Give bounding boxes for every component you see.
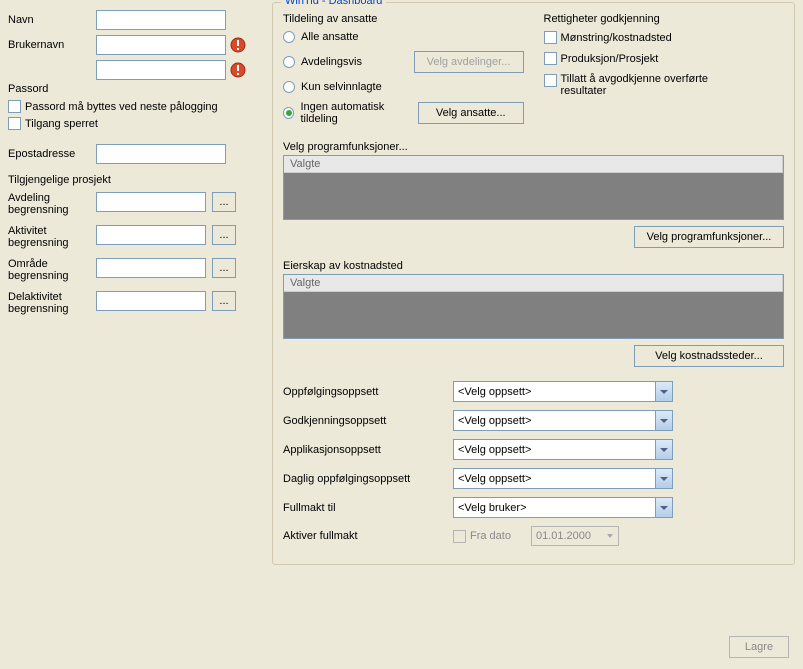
omrade-label: Område begrensning (8, 258, 96, 282)
tilgang-sperret-checkbox[interactable] (8, 117, 21, 130)
godkjenning-label: Godkjenningsoppsett (283, 415, 453, 427)
left-panel: Navn Brukernavn Passord Passord må bytte… (0, 0, 270, 630)
omrade-browse-button[interactable]: ... (212, 258, 236, 278)
daglig-label: Daglig oppfølgingsoppsett (283, 473, 453, 485)
radio-alle-label: Alle ansatte (301, 31, 358, 43)
monstring-label: Mønstring/kostnadsted (561, 32, 672, 44)
programfunksjoner-list[interactable]: Valgte (283, 155, 784, 220)
epost-label: Epostadresse (8, 148, 96, 160)
chevron-down-icon (655, 440, 672, 459)
rettigheter-heading: Rettigheter godkjenning (544, 13, 785, 25)
velg-ansatte-button[interactable]: Velg ansatte... (418, 102, 524, 124)
velg-prog-heading: Velg programfunksjoner... (283, 141, 784, 153)
list-header-valgte-2: Valgte (284, 275, 783, 292)
tillatt-checkbox[interactable] (544, 74, 557, 87)
groupbox-title: WinTid - Dashboard (281, 0, 386, 7)
passord-label: Passord (8, 83, 96, 95)
fra-dato-input: 01.01.2000 (531, 526, 619, 546)
dropdown-value: <Velg oppsett> (458, 444, 531, 456)
list-header-valgte: Valgte (284, 156, 783, 173)
radio-avdelingsvis[interactable] (283, 56, 295, 68)
godkjenning-dropdown[interactable]: <Velg oppsett> (453, 410, 673, 431)
velg-avdelinger-button: Velg avdelinger... (414, 51, 524, 73)
fra-dato-label: Fra dato (470, 530, 511, 542)
tillatt-label: Tillatt å avgodkjenne overførte resultat… (561, 73, 741, 97)
chevron-down-icon (655, 382, 672, 401)
footer: Lagre (0, 630, 803, 664)
fra-dato-checkbox (453, 530, 466, 543)
aktivitet-input[interactable] (96, 225, 206, 245)
chevron-down-icon (655, 411, 672, 430)
velg-programfunksjoner-button[interactable]: Velg programfunksjoner... (634, 226, 784, 248)
date-value: 01.01.2000 (536, 530, 591, 542)
radio-avdelingsvis-label: Avdelingsvis (301, 56, 362, 68)
chevron-down-icon (655, 498, 672, 517)
brukernavn-label: Brukernavn (8, 39, 96, 51)
oppfolging-label: Oppfølgingsoppsett (283, 386, 453, 398)
daglig-dropdown[interactable]: <Velg oppsett> (453, 468, 673, 489)
tilgjengelige-prosjekt-label: Tilgjengelige prosjekt (8, 174, 262, 186)
brukernavn-input[interactable] (96, 35, 226, 55)
aktiver-fullmakt-label: Aktiver fullmakt (283, 530, 453, 542)
dropdown-value: <Velg bruker> (458, 502, 527, 514)
avdeling-label: Avdeling begrensning (8, 192, 96, 216)
aktivitet-browse-button[interactable]: ... (212, 225, 236, 245)
produksjon-label: Produksjon/Prosjekt (561, 53, 659, 65)
dashboard-groupbox: WinTid - Dashboard Tildeling av ansatte … (272, 2, 795, 565)
passord-bytte-label: Passord må byttes ved neste pålogging (25, 101, 218, 113)
avdeling-browse-button[interactable]: ... (212, 192, 236, 212)
warning-icon (230, 62, 246, 78)
velg-kostnadssteder-button[interactable]: Velg kostnadssteder... (634, 345, 784, 367)
fullmakt-label: Fullmakt til (283, 502, 453, 514)
tildeling-heading: Tildeling av ansatte (283, 13, 524, 25)
radio-kun-selvinnlagte[interactable] (283, 81, 295, 93)
produksjon-checkbox[interactable] (544, 52, 557, 65)
chevron-down-icon (603, 527, 618, 545)
aktivitet-label: Aktivitet begrensning (8, 225, 96, 249)
fullmakt-dropdown[interactable]: <Velg bruker> (453, 497, 673, 518)
right-panel: WinTid - Dashboard Tildeling av ansatte … (270, 0, 803, 630)
radio-ingen-label: Ingen automatisk tildeling (300, 101, 417, 125)
navn-input[interactable] (96, 10, 226, 30)
avdeling-input[interactable] (96, 192, 206, 212)
passord-bytte-checkbox[interactable] (8, 100, 21, 113)
dropdown-value: <Velg oppsett> (458, 415, 531, 427)
applikasjon-label: Applikasjonsoppsett (283, 444, 453, 456)
radio-ingen-automatisk[interactable] (283, 107, 294, 119)
omrade-input[interactable] (96, 258, 206, 278)
applikasjon-dropdown[interactable]: <Velg oppsett> (453, 439, 673, 460)
passord-input[interactable] (96, 60, 226, 80)
epost-input[interactable] (96, 144, 226, 164)
tilgang-sperret-label: Tilgang sperret (25, 118, 98, 130)
delaktivitet-label: Delaktivitet begrensning (8, 291, 96, 315)
delaktivitet-input[interactable] (96, 291, 206, 311)
kostnadsted-list[interactable]: Valgte (283, 274, 784, 339)
navn-label: Navn (8, 14, 96, 26)
lagre-button[interactable]: Lagre (729, 636, 789, 658)
list-body (284, 173, 783, 219)
eierskap-heading: Eierskap av kostnadsted (283, 260, 784, 272)
chevron-down-icon (655, 469, 672, 488)
dropdown-value: <Velg oppsett> (458, 473, 531, 485)
delaktivitet-browse-button[interactable]: ... (212, 291, 236, 311)
radio-alle-ansatte[interactable] (283, 31, 295, 43)
list-body-2 (284, 292, 783, 338)
monstring-checkbox[interactable] (544, 31, 557, 44)
radio-kun-label: Kun selvinnlagte (301, 81, 382, 93)
dropdown-value: <Velg oppsett> (458, 386, 531, 398)
oppfolging-dropdown[interactable]: <Velg oppsett> (453, 381, 673, 402)
warning-icon (230, 37, 246, 53)
